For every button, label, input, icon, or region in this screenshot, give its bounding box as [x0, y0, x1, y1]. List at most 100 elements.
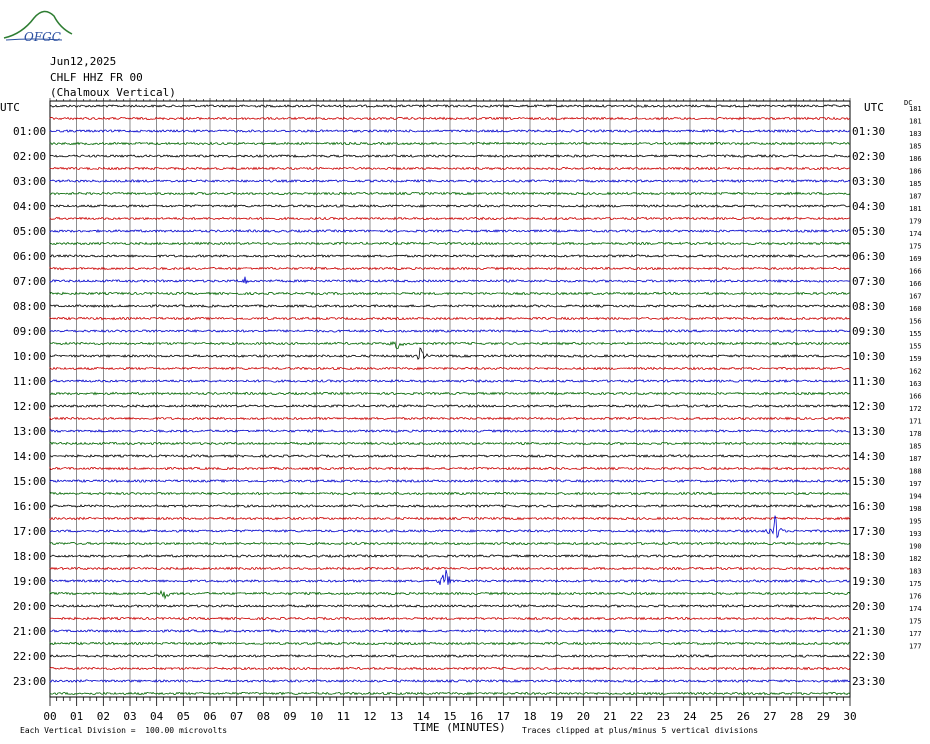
x-tick-label: 03: [123, 710, 136, 723]
right-hour-label: 13:30: [852, 425, 885, 438]
right-hour-label: 06:30: [852, 250, 885, 263]
dc-offset-value: 185: [909, 180, 922, 188]
dc-offset-value: 185: [909, 443, 922, 451]
clip-note: Traces clipped at plus/minus 5 vertical …: [522, 726, 759, 735]
right-hour-label: 05:30: [852, 225, 885, 238]
dc-offset-value: 171: [909, 418, 922, 426]
left-hour-label: 15:00: [13, 475, 46, 488]
x-tick-label: 08: [257, 710, 270, 723]
x-tick-label: 04: [150, 710, 164, 723]
dc-offset-value: 185: [909, 143, 922, 151]
x-tick-label: 06: [203, 710, 216, 723]
dc-offset-value: 155: [909, 343, 922, 351]
x-tick-label: 00: [43, 710, 56, 723]
right-hour-label: 03:30: [852, 175, 885, 188]
x-tick-label: 11: [337, 710, 350, 723]
dc-offset-value: 198: [909, 505, 922, 513]
x-tick-label: 13: [390, 710, 403, 723]
dc-offset-value: 187: [909, 193, 922, 201]
dc-offset-value: 176: [909, 593, 922, 601]
dc-offset-value: 177: [909, 630, 922, 638]
x-axis-title: TIME (MINUTES): [413, 721, 506, 734]
dc-offset-value: 190: [909, 543, 922, 551]
dc-offset-value: 183: [909, 130, 922, 138]
x-tick-label: 19: [550, 710, 563, 723]
x-tick-label: 26: [737, 710, 750, 723]
x-tick-label: 09: [283, 710, 296, 723]
dc-offset-value: 166: [909, 280, 922, 288]
dc-offset-value: 181: [909, 105, 922, 113]
left-hour-label: 10:00: [13, 350, 46, 363]
left-hour-label: 01:00: [13, 125, 46, 138]
dc-offset-value: 160: [909, 305, 922, 313]
right-hour-label: 14:30: [852, 450, 885, 463]
vertical-division-note: Each Vertical Division = 100.00 microvol…: [20, 726, 228, 735]
right-hour-label: 18:30: [852, 550, 885, 563]
dc-offset-value: 178: [909, 430, 922, 438]
left-hour-label: 09:00: [13, 325, 46, 338]
right-hour-label: 04:30: [852, 200, 885, 213]
x-tick-label: 30: [843, 710, 856, 723]
dc-offset-value: 186: [909, 168, 922, 176]
right-hour-label: 23:30: [852, 675, 885, 688]
dc-offset-value: 162: [909, 368, 922, 376]
dc-offset-value: 181: [909, 205, 922, 213]
dc-offset-value: 186: [909, 155, 922, 163]
left-hour-label: 13:00: [13, 425, 46, 438]
dc-offset-value: 169: [909, 255, 922, 263]
dc-offset-value: 177: [909, 643, 922, 651]
left-hour-label: 02:00: [13, 150, 46, 163]
grid: [49, 98, 851, 706]
right-hour-label: 22:30: [852, 650, 885, 663]
x-tick-label: 20: [577, 710, 590, 723]
left-hour-label: 21:00: [13, 625, 46, 638]
dc-offset-value: 166: [909, 268, 922, 276]
left-hour-label: 23:00: [13, 675, 46, 688]
left-hour-label: 08:00: [13, 300, 46, 313]
left-hour-label: 22:00: [13, 650, 46, 663]
right-hour-label: 16:30: [852, 500, 885, 513]
dc-offset-value: 188: [909, 468, 922, 476]
right-hour-label: 12:30: [852, 400, 885, 413]
dc-offset-value: 167: [909, 293, 922, 301]
left-hour-label: 20:00: [13, 600, 46, 613]
right-hour-label: 10:30: [852, 350, 885, 363]
dc-offset-value: 193: [909, 530, 922, 538]
x-tick-label: 10: [310, 710, 323, 723]
dc-offset-value: 166: [909, 393, 922, 401]
x-tick-label: 02: [97, 710, 110, 723]
dc-offset-value: 183: [909, 568, 922, 576]
right-hour-label: 07:30: [852, 275, 885, 288]
x-tick-label: 12: [363, 710, 376, 723]
dc-offset-value: 175: [909, 243, 922, 251]
left-hour-label: 03:00: [13, 175, 46, 188]
dc-offset-value: 194: [909, 493, 922, 501]
left-hour-label: 07:00: [13, 275, 46, 288]
dc-offset-value: 181: [909, 118, 922, 126]
dc-offset-value: 156: [909, 318, 922, 326]
right-hour-label: 15:30: [852, 475, 885, 488]
x-tick-label: 21: [603, 710, 616, 723]
dc-offset-value: 175: [909, 580, 922, 588]
left-hour-label: 12:00: [13, 400, 46, 413]
right-hour-label: 01:30: [852, 125, 885, 138]
dc-offset-value: 155: [909, 330, 922, 338]
dc-offset-value: 174: [909, 230, 922, 238]
right-hour-label: 09:30: [852, 325, 885, 338]
dc-offset-value: 174: [909, 605, 922, 613]
x-tick-label: 07: [230, 710, 243, 723]
dc-offset-value: 172: [909, 405, 922, 413]
left-hour-label: 17:00: [13, 525, 46, 538]
x-tick-label: 01: [70, 710, 83, 723]
dc-offset-value: 195: [909, 518, 922, 526]
dc-offset-value: 187: [909, 455, 922, 463]
right-hour-label: 21:30: [852, 625, 885, 638]
left-hour-label: 05:00: [13, 225, 46, 238]
left-hour-label: 11:00: [13, 375, 46, 388]
dc-offset-value: 179: [909, 218, 922, 226]
left-hour-label: 04:00: [13, 200, 46, 213]
dc-offset-value: 182: [909, 555, 922, 563]
x-tick-label: 18: [523, 710, 536, 723]
x-tick-label: 23: [657, 710, 670, 723]
left-hour-label: 18:00: [13, 550, 46, 563]
